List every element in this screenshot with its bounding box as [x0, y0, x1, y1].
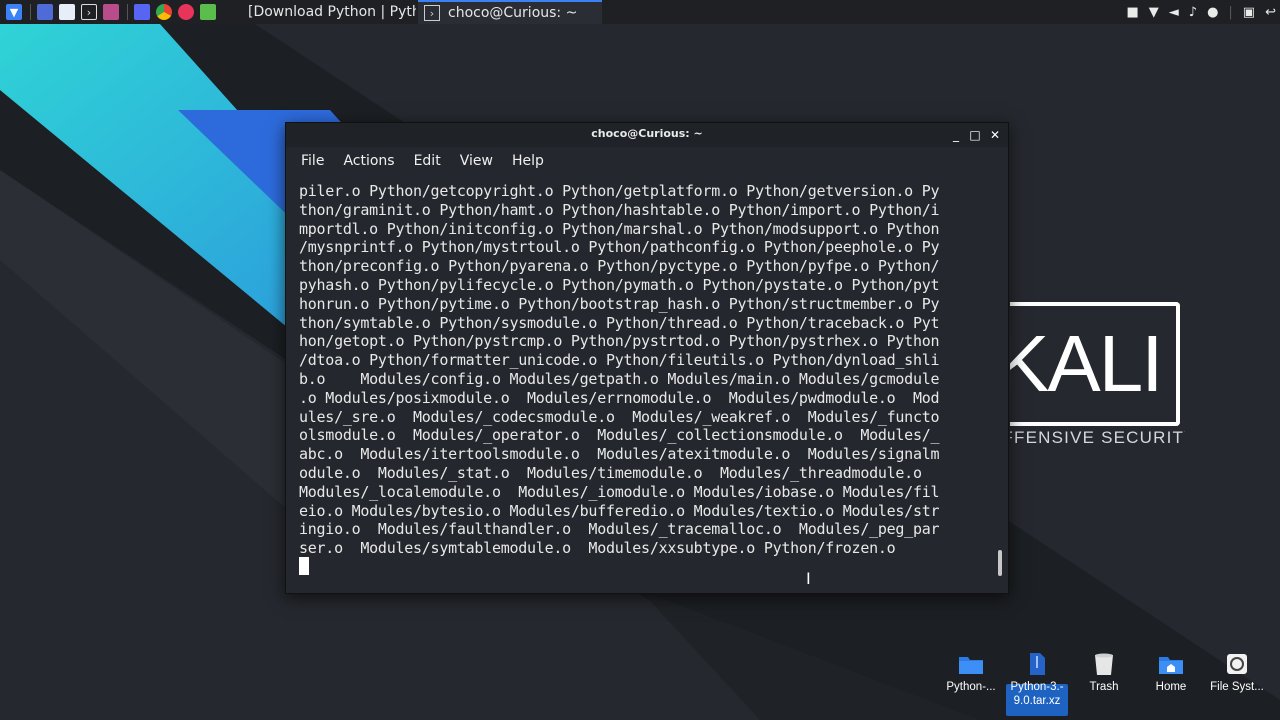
terminal-line: odule.o Modules/_stat.o Modules/timemodu…	[299, 463, 922, 482]
discord-icon[interactable]	[134, 4, 150, 20]
window-titlebar[interactable]: choco@Curious: ~ _ □ ✕	[286, 123, 1008, 147]
drive-icon	[1227, 654, 1247, 674]
menu-view[interactable]: View	[460, 153, 493, 169]
volume-icon[interactable]: ◄	[1169, 5, 1179, 20]
desktop-icon-home[interactable]: Home	[1141, 652, 1201, 694]
minimize-button[interactable]: _	[947, 126, 965, 144]
close-button[interactable]: ✕	[986, 126, 1004, 144]
file-manager-icon[interactable]	[59, 4, 75, 20]
desktop-icon-label: Trash	[1089, 681, 1119, 693]
terminal-line: thon/symtable.o Python/sysmodule.o Pytho…	[299, 313, 940, 332]
terminal-line: mportdl.o Python/initconfig.o Python/mar…	[299, 219, 940, 238]
task-terminal-label: choco@Curious: ~	[448, 5, 578, 21]
terminal-cursor	[299, 557, 309, 575]
kali-logo-text: KALI	[1010, 319, 1163, 408]
panel-separator	[30, 4, 31, 20]
terminal-output[interactable]: piler.o Python/getcopyright.o Python/get…	[299, 182, 989, 582]
terminal-line: abc.o Modules/itertoolsmodule.o Modules/…	[299, 445, 940, 464]
kali-tagline: OFFENSIVE SECURITY	[1010, 428, 1185, 447]
terminal-line: b.o Modules/config.o Modules/getpath.o M…	[299, 369, 940, 388]
desktop-icon-label-line1: Python-3.-	[1010, 681, 1064, 693]
terminal-line: ser.o Modules/symtablemodule.o Modules/x…	[299, 539, 896, 558]
desktop-icon-label: Home	[1155, 681, 1187, 693]
system-tray: ■ ▼ ◄ ♪ ● | ▣ ↩	[1126, 0, 1276, 24]
power-icon[interactable]: ●	[1207, 5, 1218, 20]
desktop-icon-label: Python-...	[946, 681, 996, 693]
terminal-line: ules/_sre.o Modules/_codecsmodule.o Modu…	[299, 407, 940, 426]
terminal-line: ingio.o Modules/faulthandler.o Modules/_…	[299, 520, 940, 539]
terminal-line: thon/preconfig.o Python/pyarena.o Python…	[299, 257, 940, 276]
top-panel: ▼ › [Download Python | Pyth... › choco@C…	[0, 0, 1280, 24]
terminal-scrollbar[interactable]	[998, 550, 1002, 576]
desktop-icon-trash[interactable]: Trash	[1074, 652, 1134, 694]
maximize-button[interactable]: □	[966, 126, 984, 144]
editor-icon[interactable]	[200, 4, 216, 20]
network-icon[interactable]: ▼	[1149, 5, 1159, 20]
terminal-line: eio.o Modules/bytesio.o Modules/buffered…	[299, 501, 940, 520]
terminal-line: hon/getopt.o Python/pystrcmp.o Python/py…	[299, 332, 940, 351]
chrome-icon[interactable]	[156, 4, 172, 20]
desktop-icon-python-tarball[interactable]: Python-3.- 9.0.tar.xz	[1006, 652, 1068, 716]
terminal-line: pyhash.o Python/pylifecycle.o Python/pym…	[299, 275, 940, 294]
task-browser-label: [Download Python | Pyth...	[248, 4, 416, 20]
terminal-icon: ›	[424, 5, 440, 21]
show-desktop-icon[interactable]	[37, 4, 53, 20]
kali-menu-icon[interactable]: ▼	[6, 4, 22, 20]
panel-separator	[127, 4, 128, 20]
desktop-icon-file-system[interactable]: File Syst...	[1207, 652, 1267, 694]
archive-file-icon	[1030, 653, 1045, 675]
menu-edit[interactable]: Edit	[414, 153, 441, 169]
folder-icon	[959, 657, 983, 674]
notifications-icon[interactable]: ♪	[1189, 5, 1197, 20]
menu-file[interactable]: File	[301, 153, 324, 169]
terminal-line: olsmodule.o Modules/_operator.o Modules/…	[299, 426, 940, 445]
desktop-icon-label-line2: 9.0.tar.xz	[1013, 695, 1061, 707]
terminal-line: /mysnprintf.o Python/mystrtoul.o Python/…	[299, 238, 940, 257]
task-terminal[interactable]: › choco@Curious: ~	[418, 0, 602, 24]
terminal-line: piler.o Python/getcopyright.o Python/get…	[299, 182, 940, 200]
terminal-line: .o Modules/posixmodule.o Modules/errnomo…	[299, 388, 940, 407]
window-title: choco@Curious: ~	[591, 127, 703, 140]
task-browser[interactable]: [Download Python | Pyth...	[234, 0, 416, 24]
mouse-ibeam-cursor: I	[806, 569, 811, 588]
desktop-icon-label: File Syst...	[1210, 681, 1264, 693]
panel-separator: |	[1228, 4, 1233, 20]
menu-actions[interactable]: Actions	[343, 153, 394, 169]
terminal-line: /dtoa.o Python/formatter_unicode.o Pytho…	[299, 351, 940, 370]
terminal-window: choco@Curious: ~ _ □ ✕ File Actions Edit…	[285, 122, 1009, 594]
terminal-line: Modules/_localemodule.o Modules/_iomodul…	[299, 482, 940, 501]
desktop-icon-python-folder[interactable]: Python-...	[941, 652, 1001, 694]
workspace-icon[interactable]	[103, 4, 119, 20]
menu-help[interactable]: Help	[512, 153, 544, 169]
trash-icon	[1095, 653, 1113, 675]
terminal-line: thon/graminit.o Python/hamt.o Python/has…	[299, 200, 940, 219]
menu-bar: File Actions Edit View Help	[286, 147, 1008, 175]
terminal-line: honrun.o Python/pytime.o Python/bootstra…	[299, 294, 940, 313]
logout-icon[interactable]: ↩	[1265, 5, 1276, 20]
camera-icon[interactable]: ■	[1126, 5, 1138, 20]
lock-icon[interactable]: ▣	[1243, 5, 1255, 20]
home-folder-icon	[1159, 657, 1183, 674]
terminal-launcher-icon[interactable]: ›	[81, 4, 97, 20]
burp-icon[interactable]	[178, 4, 194, 20]
